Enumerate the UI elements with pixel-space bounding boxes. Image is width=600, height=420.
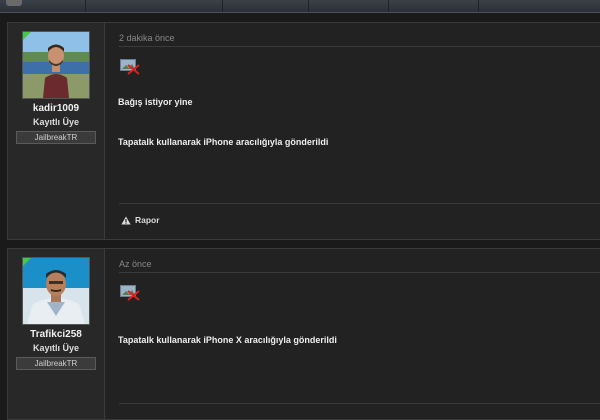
post-signature: Tapatalk kullanarak iPhone aracılığıyla … xyxy=(118,137,329,147)
post-user-info: kadir1009 Kayıtlı Üye JailbreakTR xyxy=(8,23,105,239)
avatar-image xyxy=(23,32,89,98)
top-nav-bar xyxy=(0,0,600,13)
avatar[interactable] xyxy=(22,31,90,99)
username[interactable]: kadir1009 xyxy=(8,103,104,114)
header-divider xyxy=(119,272,600,273)
report-button[interactable]: Rapor xyxy=(121,215,160,225)
user-group-tag: JailbreakTR xyxy=(16,131,96,144)
post-time[interactable]: Az önce xyxy=(119,259,152,269)
nav-divider xyxy=(222,0,223,12)
post-user-info: Trafikci258 Kayıtlı Üye JailbreakTR xyxy=(8,249,105,419)
post-message: Bağış istiyor yine xyxy=(118,97,193,107)
online-status-icon xyxy=(23,32,31,40)
footer-divider xyxy=(119,403,600,404)
forum-post: Trafikci258 Kayıtlı Üye JailbreakTR Az ö… xyxy=(7,248,600,420)
warning-triangle-icon xyxy=(121,216,131,224)
broken-image-icon xyxy=(120,59,140,75)
user-role: Kayıtlı Üye xyxy=(32,117,80,127)
nav-divider xyxy=(388,0,389,12)
header-divider xyxy=(119,46,600,47)
post-signature: Tapatalk kullanarak iPhone X aracılığıyl… xyxy=(118,335,337,345)
online-status-icon xyxy=(23,258,31,266)
forum-post: kadir1009 Kayıtlı Üye JailbreakTR 2 daki… xyxy=(7,22,600,240)
user-role: Kayıtlı Üye xyxy=(32,343,80,353)
user-group-tag: JailbreakTR xyxy=(16,357,96,370)
username[interactable]: Trafikci258 xyxy=(8,329,104,340)
avatar-image xyxy=(23,258,89,324)
nav-divider xyxy=(308,0,309,12)
nav-divider xyxy=(85,0,86,12)
footer-divider xyxy=(119,203,600,204)
post-time[interactable]: 2 dakika önce xyxy=(119,33,175,43)
site-logo-icon[interactable] xyxy=(6,0,22,6)
report-label: Rapor xyxy=(135,215,160,225)
avatar[interactable] xyxy=(22,257,90,325)
nav-divider xyxy=(478,0,479,12)
broken-image-icon xyxy=(120,285,140,301)
